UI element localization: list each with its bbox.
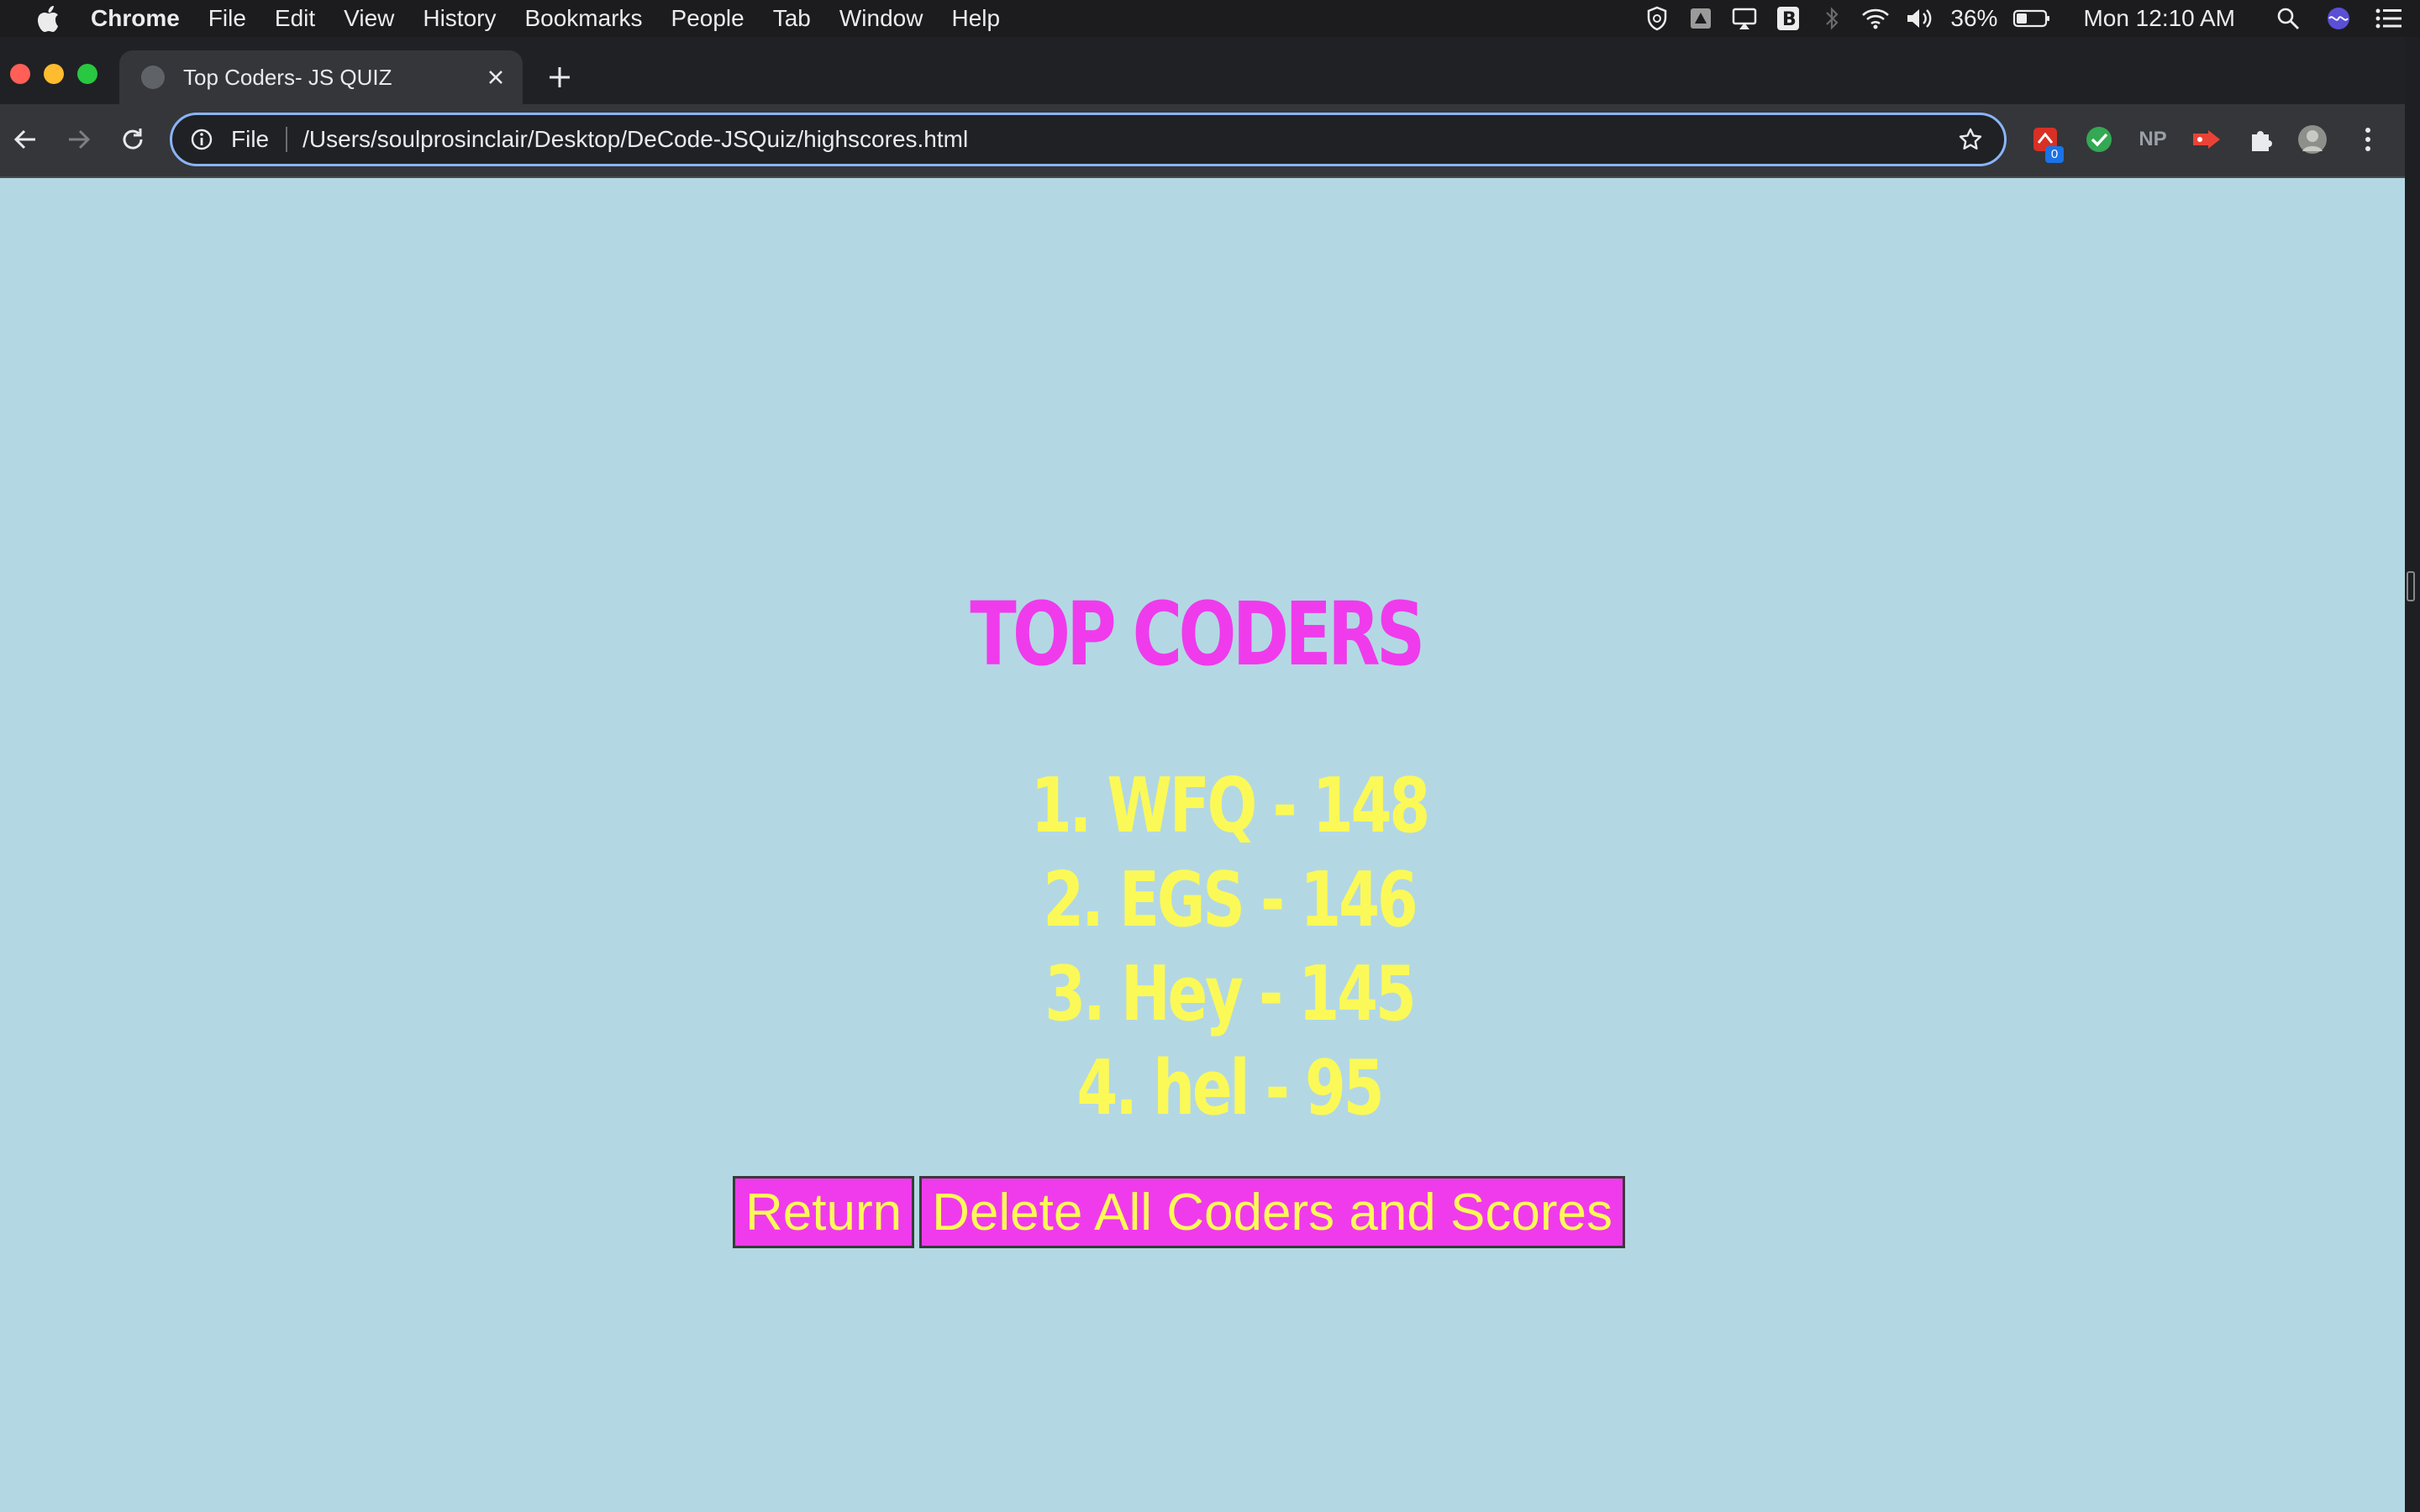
url-text[interactable]: /Users/soulprosinclair/Desktop/DeCode-JS… bbox=[302, 126, 1955, 153]
menu-bookmarks[interactable]: Bookmarks bbox=[524, 5, 642, 32]
reload-icon[interactable] bbox=[114, 121, 151, 158]
omnibox-divider bbox=[286, 127, 288, 152]
return-button[interactable]: Return bbox=[733, 1176, 915, 1248]
green-check-extension-icon[interactable] bbox=[2082, 123, 2116, 156]
bluetooth-icon[interactable] bbox=[1818, 4, 1846, 33]
chrome-window: Top Coders- JS QUIZ File /Users/soulpros… bbox=[0, 37, 2405, 1512]
red-arrow-extension-icon[interactable] bbox=[2190, 123, 2223, 156]
tab-title: Top Coders- JS QUIZ bbox=[183, 64, 392, 90]
url-scheme-label: File bbox=[231, 126, 270, 152]
tab-strip: Top Coders- JS QUIZ bbox=[0, 37, 2405, 104]
spotlight-search-icon[interactable] bbox=[2274, 4, 2302, 33]
tab-close-icon[interactable] bbox=[481, 62, 511, 92]
delete-all-scores-button[interactable]: Delete All Coders and Scores bbox=[919, 1176, 1625, 1248]
chrome-menu-kebab-icon[interactable] bbox=[2351, 123, 2385, 156]
menubar-clock[interactable]: Mon 12:10 AM bbox=[2083, 5, 2235, 32]
window-minimize-button[interactable] bbox=[44, 64, 64, 84]
page-title: TOP CODERS bbox=[970, 583, 1425, 685]
drive-icon[interactable] bbox=[1686, 4, 1715, 33]
menu-help[interactable]: Help bbox=[951, 5, 1000, 32]
back-arrow-icon[interactable] bbox=[7, 121, 44, 158]
np-extension-icon[interactable]: NP bbox=[2136, 123, 2170, 156]
macos-menubar: Chrome File Edit View History Bookmarks … bbox=[0, 0, 2420, 37]
svg-text:B: B bbox=[1782, 9, 1797, 30]
volume-icon[interactable] bbox=[1905, 4, 1933, 33]
shield-icon[interactable] bbox=[1643, 4, 1671, 33]
action-buttons: Return Delete All Coders and Scores bbox=[733, 1176, 1625, 1248]
menu-view[interactable]: View bbox=[344, 5, 394, 32]
profile-avatar[interactable] bbox=[2296, 123, 2329, 156]
bookmark-star-icon[interactable] bbox=[1955, 124, 1986, 155]
wifi-icon[interactable] bbox=[1861, 4, 1890, 33]
bold-b-icon[interactable]: B bbox=[1774, 4, 1802, 33]
globe-favicon-icon bbox=[141, 66, 165, 89]
menu-history[interactable]: History bbox=[423, 5, 496, 32]
menu-window[interactable]: Window bbox=[839, 5, 923, 32]
siri-icon[interactable] bbox=[2324, 4, 2353, 33]
window-edge bbox=[2405, 37, 2420, 1512]
new-tab-plus-icon[interactable] bbox=[543, 62, 576, 96]
menu-edit[interactable]: Edit bbox=[275, 5, 315, 32]
battery-percent: 36% bbox=[1950, 5, 1998, 31]
score-item-3: 3. Hey - 145 bbox=[1044, 950, 1416, 1038]
airplay-icon[interactable] bbox=[1730, 4, 1759, 33]
forward-arrow-icon[interactable] bbox=[60, 121, 97, 158]
apple-menu-icon[interactable] bbox=[34, 4, 62, 33]
menu-file[interactable]: File bbox=[208, 5, 246, 32]
highscores-list: 1. WFQ - 148 2. EGS - 146 3. Hey - 145 4… bbox=[0, 759, 2420, 1136]
score-item-2: 2. EGS - 146 bbox=[1043, 856, 1418, 944]
control-center-icon[interactable] bbox=[2375, 4, 2403, 33]
extension-badge-count: 0 bbox=[2045, 146, 2064, 163]
address-bar[interactable]: File /Users/soulprosinclair/Desktop/DeCo… bbox=[170, 113, 2007, 166]
page-viewport: TOP CODERS 1. WFQ - 148 2. EGS - 146 3. … bbox=[0, 180, 2405, 1512]
window-close-button[interactable] bbox=[10, 64, 30, 84]
menu-people[interactable]: People bbox=[671, 5, 744, 32]
tab-top-coders[interactable]: Top Coders- JS QUIZ bbox=[119, 50, 523, 104]
window-resize-grip[interactable] bbox=[2407, 571, 2415, 601]
puzzle-extensions-icon[interactable] bbox=[2244, 123, 2277, 156]
score-item-4: 4. hel - 95 bbox=[1076, 1044, 1385, 1132]
window-zoom-button[interactable] bbox=[77, 64, 97, 84]
menu-chrome[interactable]: Chrome bbox=[91, 5, 180, 32]
menu-tab[interactable]: Tab bbox=[773, 5, 811, 32]
browser-toolbar: File /Users/soulprosinclair/Desktop/DeCo… bbox=[0, 104, 2405, 178]
score-item-1: 1. WFQ - 148 bbox=[1030, 762, 1430, 850]
battery-icon[interactable] bbox=[2012, 4, 2051, 33]
site-info-icon[interactable] bbox=[189, 127, 214, 152]
